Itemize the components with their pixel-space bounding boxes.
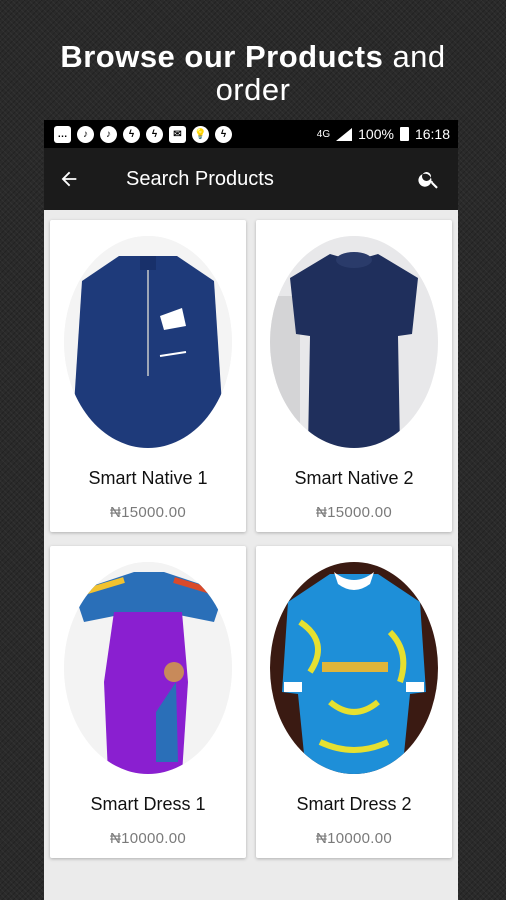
messenger-icon: ϟ bbox=[123, 125, 140, 143]
mail-icon: ✉ bbox=[169, 125, 186, 143]
battery-icon bbox=[399, 127, 409, 141]
product-price: ₦10000.00 bbox=[109, 830, 187, 847]
phone-screen: … ♪ ♪ ϟ ϟ ✉ 💡 ϟ 4G 100% 16:18 Search Pro… bbox=[44, 120, 458, 900]
app-bar: Search Products bbox=[44, 148, 458, 210]
bulb-icon: 💡 bbox=[192, 125, 209, 143]
battery-percent: 100% bbox=[358, 126, 394, 142]
product-image bbox=[270, 562, 438, 774]
back-button[interactable] bbox=[58, 159, 98, 199]
product-name: Smart Dress 2 bbox=[296, 794, 412, 814]
search-icon bbox=[418, 172, 438, 189]
music-icon: ♪ bbox=[77, 125, 94, 143]
product-card[interactable]: Smart Native 1 ₦15000.00 bbox=[50, 220, 246, 532]
messenger-icon-2: ϟ bbox=[146, 125, 163, 143]
product-card[interactable]: Smart Dress 2 ₦10000.00 bbox=[256, 546, 452, 858]
search-button[interactable] bbox=[414, 164, 444, 194]
product-name: Smart Native 1 bbox=[88, 468, 208, 488]
product-image bbox=[270, 236, 438, 448]
product-name: Smart Dress 1 bbox=[90, 794, 206, 814]
product-card[interactable]: Smart Native 2 ₦15000.00 bbox=[256, 220, 452, 532]
system-icons: 4G 100% 16:18 bbox=[317, 126, 450, 142]
product-grid: Smart Native 1 ₦15000.00 Smart Native 2 … bbox=[44, 210, 458, 900]
arrow-left-icon bbox=[61, 171, 77, 187]
clock: 16:18 bbox=[414, 126, 450, 142]
music-icon-2: ♪ bbox=[100, 125, 117, 143]
product-price: ₦10000.00 bbox=[315, 830, 393, 847]
product-price: ₦15000.00 bbox=[109, 504, 187, 521]
messenger-icon-3: ϟ bbox=[215, 125, 232, 143]
product-card[interactable]: Smart Dress 1 ₦10000.00 bbox=[50, 546, 246, 858]
network-type: 4G bbox=[316, 128, 331, 140]
promo-light-text: and bbox=[392, 39, 446, 74]
status-bar: … ♪ ♪ ϟ ϟ ✉ 💡 ϟ 4G 100% 16:18 bbox=[44, 120, 458, 148]
product-image bbox=[64, 236, 232, 448]
signal-icon bbox=[336, 127, 353, 141]
promo-line-1: Browse our Products and bbox=[0, 40, 506, 73]
promo-headline: Browse our Products and order bbox=[0, 40, 506, 106]
promo-bold-text: Browse our Products bbox=[60, 39, 384, 74]
product-image bbox=[64, 562, 232, 774]
promo-line-2: order bbox=[215, 72, 291, 107]
page-title: Search Products bbox=[126, 167, 274, 190]
notification-icons: … ♪ ♪ ϟ ϟ ✉ 💡 ϟ bbox=[54, 125, 232, 143]
message-icon: … bbox=[54, 125, 71, 143]
product-price: ₦15000.00 bbox=[315, 504, 393, 521]
product-name: Smart Native 2 bbox=[294, 468, 414, 488]
